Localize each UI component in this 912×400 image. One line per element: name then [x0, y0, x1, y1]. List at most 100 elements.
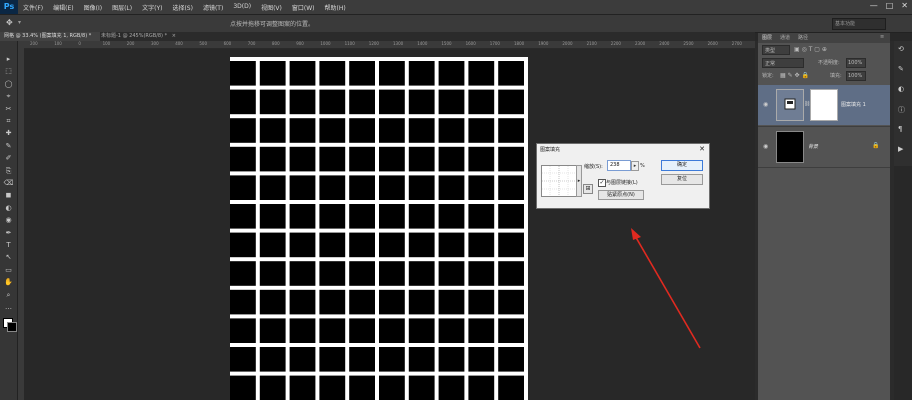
opacity-input[interactable]: 100%: [846, 58, 866, 68]
layer-name[interactable]: 图案填充 1: [841, 101, 866, 108]
ok-button[interactable]: 确定: [661, 160, 703, 171]
tab-paths[interactable]: 路径: [798, 34, 808, 41]
tool-button[interactable]: ↖: [3, 253, 14, 262]
menu-item[interactable]: 帮助(H): [320, 3, 351, 12]
grid-cell: [408, 347, 435, 372]
tool-button[interactable]: ✎: [3, 142, 14, 151]
tool-button[interactable]: ⌫: [3, 179, 14, 188]
tool-button[interactable]: ✋: [3, 278, 14, 287]
horizontal-ruler: 200 100 0 100 200 300 400 500 600 700 800 900 1000 11…: [18, 41, 755, 49]
grid-cell: [408, 261, 435, 286]
scale-slider-chevron-icon[interactable]: ▸: [631, 161, 639, 171]
grid-cell: [438, 175, 465, 200]
grid-cell: [259, 89, 286, 115]
tool-button[interactable]: ✚: [3, 129, 14, 138]
grid-cell: [289, 118, 316, 143]
annotation-arrow-line: [633, 233, 701, 349]
grid-cell: [438, 146, 465, 172]
layer-row-background[interactable]: ◉ 背景 🔒: [758, 126, 890, 168]
tool-button[interactable]: ▭: [3, 266, 14, 275]
tool-button[interactable]: ⌕: [3, 291, 14, 300]
document-canvas[interactable]: [230, 57, 528, 400]
tool-button[interactable]: ✒: [3, 229, 14, 238]
info-icon[interactable]: ⓘ: [898, 105, 905, 115]
grid-cell: [498, 318, 524, 343]
grid-cell: [408, 89, 435, 115]
tool-button[interactable]: …: [3, 303, 14, 312]
kind-filter-select[interactable]: 类型: [762, 45, 790, 55]
visibility-eye-icon[interactable]: ◉: [763, 101, 768, 108]
menu-item[interactable]: 3D(D): [228, 3, 256, 12]
blend-mode-select[interactable]: 正常: [762, 58, 804, 68]
grid-cell: [408, 146, 435, 172]
paragraph-icon[interactable]: ¶: [898, 125, 902, 133]
menu-item[interactable]: 视图(V): [256, 3, 287, 12]
menu-item[interactable]: 选择(S): [167, 3, 198, 12]
tab-layers[interactable]: 图层: [762, 34, 772, 41]
menu-item[interactable]: 窗口(W): [287, 3, 320, 12]
layer-name[interactable]: 背景: [808, 143, 818, 150]
ruler-tick-label: 1400: [417, 41, 428, 46]
link-with-layer-checkbox[interactable]: ✓: [598, 179, 606, 187]
ruler-tick-label: 1500: [441, 41, 452, 46]
filter-icons[interactable]: ▣ ◎ T ▢ ⊕: [794, 46, 827, 53]
adjustments-icon[interactable]: ◐: [898, 85, 904, 93]
tool-button[interactable]: ✐: [3, 154, 14, 163]
history-icon[interactable]: ⟲: [898, 45, 904, 53]
tool-button[interactable]: ▸: [3, 55, 14, 64]
tool-button[interactable]: ◉: [3, 216, 14, 225]
tool-button[interactable]: T: [3, 241, 14, 250]
background-color-swatch[interactable]: [7, 322, 17, 332]
tab-channels[interactable]: 通道: [780, 34, 790, 41]
menu-bar: Ps 文件(F) 编辑(E) 图像(I) 图层(L) 文字(Y) 选择(S) 滤镜(T) 3D…: [0, 0, 912, 15]
tab-grid-document[interactable]: 网格 @ 33.4% (图案填充 1, RGB/8) * ×: [0, 32, 100, 48]
tool-button[interactable]: ◐: [3, 204, 14, 213]
brush-preset-icon[interactable]: ✎: [898, 65, 904, 73]
visibility-eye-icon[interactable]: ◉: [763, 143, 768, 150]
new-preset-icon[interactable]: ⊞: [583, 184, 593, 194]
tool-button[interactable]: ✂: [3, 105, 14, 114]
grid-cell: [379, 347, 405, 372]
tool-button[interactable]: ◯: [3, 80, 14, 89]
ruler-tick-label: 100: [54, 41, 62, 46]
tool-preset-chevron-icon[interactable]: ▾: [18, 19, 21, 26]
menu-item[interactable]: 滤镜(T): [198, 3, 228, 12]
restore-icon[interactable]: □: [886, 1, 894, 10]
layer-mask-thumbnail[interactable]: [810, 89, 838, 121]
tool-button[interactable]: ⌖: [3, 92, 14, 101]
close-icon[interactable]: ✕: [901, 1, 908, 10]
grid-cell: [468, 375, 495, 400]
tool-button[interactable]: ⬚: [3, 67, 14, 76]
play-icon[interactable]: ▶: [898, 145, 903, 153]
grid-cell: [349, 261, 375, 286]
workspace-selector[interactable]: 基本功能: [832, 18, 886, 30]
tool-button[interactable]: ⎘: [3, 167, 14, 176]
menu-item[interactable]: 图像(I): [79, 3, 107, 12]
dialog-close-icon[interactable]: ✕: [699, 145, 705, 153]
pattern-picker-chevron-icon[interactable]: ▸: [576, 165, 582, 197]
menu-item[interactable]: 文件(F): [18, 3, 48, 12]
grid-cell: [468, 61, 495, 86]
menu-item[interactable]: 编辑(E): [48, 3, 78, 12]
layer-row-pattern-fill[interactable]: ◉ ⛓ 图案填充 1: [758, 85, 890, 125]
lock-icons[interactable]: ▦ ✎ ✥ 🔒: [780, 72, 809, 79]
reset-button[interactable]: 复位: [661, 174, 703, 185]
fill-input[interactable]: 100%: [846, 71, 866, 81]
grid-cell: [438, 118, 465, 143]
scale-input[interactable]: 238: [607, 160, 631, 171]
ruler-tick-label: 800: [272, 41, 280, 46]
snap-to-origin-button[interactable]: 贴紧原点(N): [598, 190, 644, 200]
minimize-icon[interactable]: —: [870, 1, 878, 10]
panel-menu-icon[interactable]: ≡: [880, 34, 884, 40]
pattern-preview[interactable]: [541, 165, 577, 197]
tool-button[interactable]: ⌗: [3, 117, 14, 126]
grid-cell: [289, 318, 316, 343]
tab-untitled-document[interactable]: 未标题-1 @ 245%(RGB/8) * ×: [97, 32, 191, 41]
move-icon[interactable]: ✥: [6, 18, 13, 27]
menu-item[interactable]: 图层(L): [107, 3, 137, 12]
tab-close-icon[interactable]: ×: [172, 33, 176, 39]
tool-button[interactable]: ◼: [3, 191, 14, 200]
grid-cell: [259, 261, 286, 286]
menu-item[interactable]: 文字(Y): [137, 3, 167, 12]
opacity-label: 不透明度:: [818, 60, 840, 66]
